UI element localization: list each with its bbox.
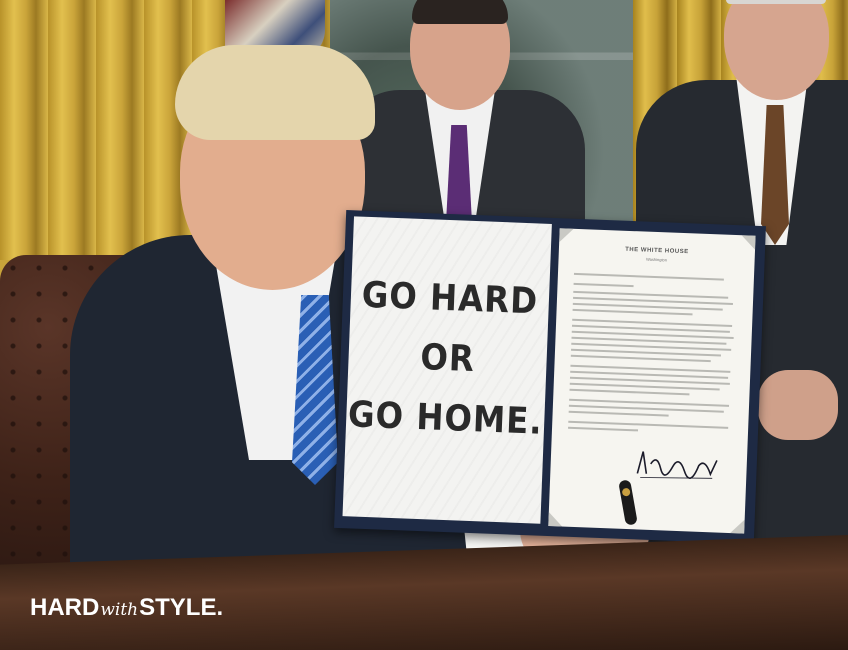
photo-scene: GO HARD OR GO HOME. THE WHITE HOUSE Wash… <box>0 0 848 650</box>
slogan-line-2: OR <box>419 337 476 381</box>
slogan-page: GO HARD OR GO HOME. <box>342 216 552 524</box>
logo-part-1: HARD <box>30 594 100 621</box>
memorandum-page: THE WHITE HOUSE Washington <box>548 228 756 534</box>
logo-part-2: with <box>100 600 139 620</box>
signature-icon <box>636 451 718 479</box>
signed-document-folder: GO HARD OR GO HOME. THE WHITE HOUSE Wash… <box>334 210 766 544</box>
watermark-logo: HARD with STYLE. <box>30 594 223 622</box>
slogan-line-1: GO HARD <box>361 274 539 323</box>
logo-part-3: STYLE. <box>139 594 224 621</box>
slogan-line-3: GO HOME. <box>347 394 544 443</box>
